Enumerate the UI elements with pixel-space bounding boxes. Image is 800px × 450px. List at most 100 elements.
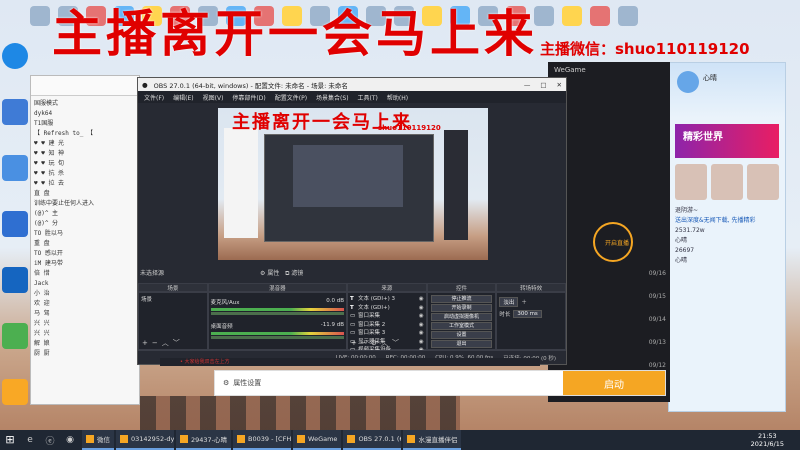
feed-list: 退阴游~ 送出深度&无闻下载, 先播精彩 2531.72w 心晴 26697 心…: [675, 206, 779, 266]
folder-icon[interactable]: [2, 211, 28, 237]
yellow-app-icon[interactable]: [2, 379, 28, 405]
filter-icon[interactable]: ⧉: [285, 270, 289, 277]
start-live-label[interactable]: 开启直播: [605, 238, 629, 247]
preview-nested-obs: [264, 134, 434, 242]
control-button[interactable]: 设置: [430, 331, 493, 339]
obs-titlebar[interactable]: ● OBS 27.0.1 (64-bit, windows) - 配置文件: 未…: [138, 78, 566, 91]
thumbnail-row: [675, 164, 779, 200]
thumbnail[interactable]: [747, 164, 779, 200]
chat-line: 【 Refresh to_ 【: [34, 130, 93, 137]
eye-icon[interactable]: ◉: [419, 329, 424, 338]
source-item[interactable]: ▭ 窗口采集 2 ◉: [350, 321, 424, 330]
app-icon[interactable]: [30, 6, 50, 26]
avatar[interactable]: [677, 71, 699, 93]
properties-button[interactable]: 属性: [267, 270, 279, 277]
green-app-icon[interactable]: [2, 323, 28, 349]
source-item[interactable]: T 文本 (GDI+) 3 ◉: [350, 295, 424, 304]
source-toolbar[interactable]: +−⚙︿﹀: [351, 338, 403, 348]
duration-input[interactable]: 300 ms: [513, 310, 542, 318]
audio-mixer-dock[interactable]: 麦克风/Aux 0.0 dB 桌面音频 -11.9 dB: [207, 292, 347, 350]
chat-line: ♥ ♥ 建 光: [34, 140, 65, 147]
app-icon: [237, 435, 246, 443]
control-button[interactable]: 停止推流: [430, 295, 493, 303]
menu-item[interactable]: 帮助(H): [387, 93, 408, 102]
source-type-icon: ▭: [350, 330, 356, 336]
volume-slider[interactable]: [210, 312, 344, 315]
taskbar-item[interactable]: OBS 27.0.1 (64...: [343, 430, 402, 450]
feed-link[interactable]: 送出深度&无闻下载, 先播精彩: [675, 216, 779, 226]
control-button[interactable]: 退出: [430, 340, 493, 348]
source-item[interactable]: ▭ 窗口采集 3 ◉: [350, 329, 424, 338]
qq-header: 心晴: [669, 63, 785, 118]
obs-preview[interactable]: 主播离开一会马上来 shuo110119120: [218, 108, 488, 260]
control-button[interactable]: 工作室模式: [430, 322, 493, 330]
source-label: 文本 (GDI+): [358, 304, 390, 311]
menu-item[interactable]: 停靠部件(D): [232, 93, 265, 102]
launcher-bar: ⚙ 属性设置 启动: [214, 370, 666, 396]
kugou-icon[interactable]: [2, 43, 28, 69]
sources-header: 来源: [347, 283, 427, 292]
start-button[interactable]: 启动: [563, 371, 665, 395]
scene-item[interactable]: 场景: [141, 295, 205, 303]
ie-icon[interactable]: [2, 267, 28, 293]
filters-button[interactable]: 滤镜: [291, 270, 303, 277]
eye-icon[interactable]: ◉: [419, 312, 424, 321]
minimize-icon[interactable]: —: [524, 81, 531, 89]
ie-taskbar-icon[interactable]: ⓔ: [40, 430, 60, 450]
menu-item[interactable]: 工具(T): [358, 93, 378, 102]
eye-icon[interactable]: ◉: [419, 321, 424, 330]
taskbar-item[interactable]: WeGame: [293, 430, 342, 450]
transitions-dock[interactable]: 淡出 ＋ 时长 300 ms: [496, 292, 566, 350]
source-item[interactable]: T 文本 (GDI+) ◉: [350, 304, 424, 313]
volume-slider[interactable]: [210, 336, 344, 339]
sources-dock[interactable]: T 文本 (GDI+) 3 ◉ T 文本 (GDI+) ◉ ▭ 窗口采集 ◉ ▭ 窗口采集 2 ◉ ▭ 窗…: [347, 292, 427, 353]
thumbnail[interactable]: [675, 164, 707, 200]
add-transition-icon[interactable]: ＋: [521, 298, 527, 306]
transition-type-select[interactable]: 淡出: [499, 297, 519, 307]
taskbar-item[interactable]: 29437-心晴: [176, 430, 232, 450]
control-button[interactable]: 开始录制: [430, 304, 493, 312]
network-icon[interactable]: [2, 155, 28, 181]
mixer-channel-label: 桌面音频 -11.9 dB: [211, 322, 344, 330]
taskbar-item[interactable]: 03142952-dy5...: [116, 430, 174, 450]
eye-icon[interactable]: ◉: [419, 304, 424, 313]
chat-window[interactable]: 国服模式 dyk64 T1国服【 Refresh to_ 【 ♥ ♥ 建 光 ♥ ♥ 知…: [30, 75, 140, 405]
menu-item[interactable]: 编辑(E): [173, 93, 193, 102]
menu-item[interactable]: 文件(F): [144, 93, 164, 102]
app-icon[interactable]: [618, 6, 638, 26]
gear-icon[interactable]: ⚙: [260, 270, 265, 277]
menu-item[interactable]: 配置文件(P): [275, 93, 307, 102]
menu-item[interactable]: 视图(V): [203, 93, 224, 102]
taskbar-item[interactable]: 水漫直播伴侣: [403, 430, 462, 450]
app-icon[interactable]: [562, 6, 582, 26]
computer-icon[interactable]: [2, 99, 28, 125]
source-item[interactable]: ▭ 窗口采集 ◉: [350, 312, 424, 321]
taskbar-item[interactable]: B0039 - [CFHD...: [233, 430, 292, 450]
windows-start-icon[interactable]: ⊞: [0, 430, 20, 450]
maximize-icon[interactable]: □: [540, 81, 546, 89]
eye-icon[interactable]: ◉: [419, 338, 424, 347]
app-icon[interactable]: [590, 6, 610, 26]
chat-line: (@)^ 分: [34, 220, 59, 227]
control-button[interactable]: 启动虚拟摄像机: [430, 313, 493, 321]
menu-item[interactable]: 场景集合(S): [316, 93, 349, 102]
taskbar-item-label: 水漫直播伴侣: [418, 436, 458, 444]
scenes-dock[interactable]: 场景 +−︿﹀: [138, 292, 208, 350]
edge-icon[interactable]: e: [20, 430, 40, 450]
browser-icon[interactable]: ◉: [60, 430, 80, 450]
wallpaper-people: [140, 396, 460, 430]
ticker-strip: • 大家给我双击左上方: [160, 358, 540, 366]
qq-window[interactable]: 心晴 精彩世界 退阴游~ 送出深度&无闻下载, 先播精彩 2531.72w 心晴…: [668, 62, 786, 412]
obs-menu-bar: 文件(F) 编辑(E) 视图(V) 停靠部件(D) 配置文件(P) 场景集合(S) 工具(T…: [138, 91, 566, 103]
scene-toolbar[interactable]: +−︿﹀: [142, 338, 184, 348]
source-label: 窗口采集 3: [358, 330, 386, 336]
thumbnail[interactable]: [711, 164, 743, 200]
eye-icon[interactable]: ◉: [419, 295, 424, 304]
feed-item: 2531.72w: [675, 227, 705, 234]
obs-window[interactable]: ● OBS 27.0.1 (64-bit, windows) - 配置文件: 未…: [137, 77, 567, 365]
taskbar-item[interactable]: 微信: [82, 430, 114, 450]
attribute-settings[interactable]: ⚙ 属性设置: [223, 378, 261, 388]
promo-banner[interactable]: 精彩世界: [675, 124, 779, 158]
controls-dock[interactable]: 停止推流 开始录制 启动虚拟摄像机 工作室模式 设置 退出: [426, 292, 497, 350]
close-icon[interactable]: ✕: [557, 81, 562, 89]
